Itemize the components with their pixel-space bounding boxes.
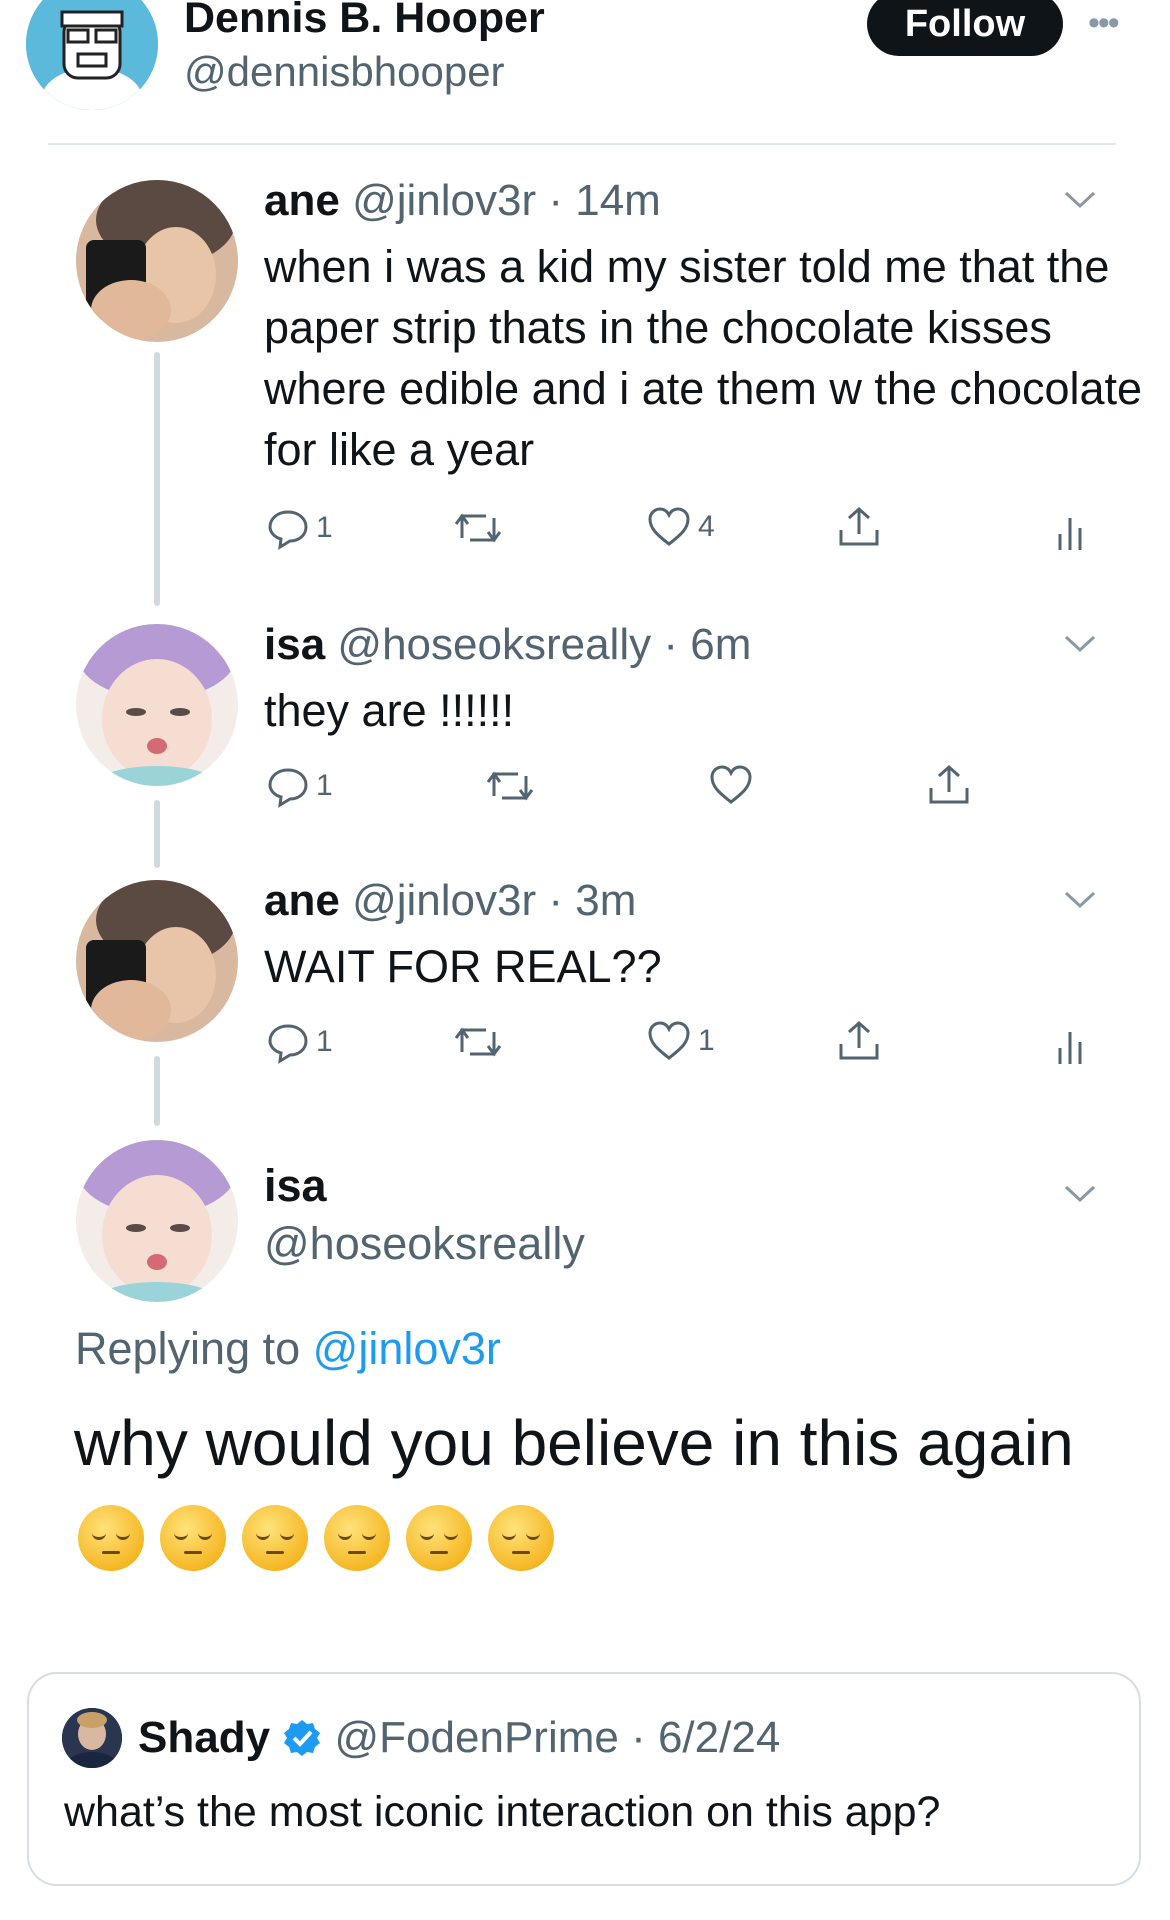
author-name[interactable]: Dennis B. Hooper — [184, 0, 545, 43]
avatar-ane[interactable] — [76, 880, 238, 1042]
pensive-face-emoji-icon — [324, 1505, 390, 1571]
tweet-text: WAIT FOR REAL?? — [264, 941, 662, 992]
tweet-author-name[interactable]: ane — [264, 876, 340, 925]
reply-icon — [268, 768, 308, 808]
avatar-ane[interactable] — [76, 180, 238, 342]
quoted-tweet-text: what’s the most iconic interaction on th… — [64, 1788, 941, 1836]
tweet-author-handle[interactable]: @jinlov3r — [352, 176, 536, 225]
chevron-down-icon[interactable] — [1062, 882, 1098, 921]
replying-to-label: Replying to — [75, 1323, 301, 1374]
share-action[interactable] — [836, 1018, 882, 1064]
heart-icon — [648, 507, 690, 546]
reply-text: why would you believe in this again — [74, 1407, 1074, 1479]
retweet-action[interactable] — [452, 1022, 504, 1062]
pensive-face-emoji-icon — [406, 1505, 472, 1571]
pensive-face-emoji-icon — [488, 1505, 554, 1571]
pensive-face-emoji-icon — [242, 1505, 308, 1571]
avatar-isa[interactable] — [76, 624, 238, 786]
author-avatar[interactable] — [26, 0, 158, 110]
follow-button[interactable]: Follow — [867, 0, 1063, 56]
retweet-icon — [454, 513, 502, 543]
retweet-action[interactable] — [452, 508, 504, 548]
chevron-down-icon[interactable] — [1062, 1176, 1098, 1215]
retweet-icon — [486, 771, 534, 801]
analytics-icon — [1058, 518, 1082, 550]
reply-action[interactable]: 1 — [266, 1020, 333, 1064]
verified-badge-icon — [284, 1720, 321, 1756]
reply-author-handle[interactable]: @hoseoksreally — [264, 1218, 585, 1270]
heart-icon — [710, 765, 752, 804]
share-action[interactable] — [926, 762, 972, 808]
quoted-author-name[interactable]: Shady — [138, 1713, 270, 1762]
tweet-author-name[interactable]: ane — [264, 176, 340, 225]
share-icon — [839, 506, 879, 546]
thread-connector — [154, 352, 160, 606]
tweet-author-handle[interactable]: @jinlov3r — [352, 876, 536, 925]
share-action[interactable] — [836, 504, 882, 550]
share-icon — [839, 1020, 879, 1060]
analytics-action[interactable] — [1056, 1024, 1086, 1068]
like-action[interactable] — [708, 764, 754, 806]
tweet-time[interactable]: · 3m — [548, 876, 636, 925]
quoted-author-handle[interactable]: @FodenPrime — [335, 1713, 619, 1762]
chevron-down-icon[interactable] — [1062, 182, 1098, 221]
reply-count: 1 — [316, 769, 333, 802]
reply-count: 1 — [316, 511, 333, 544]
like-action[interactable]: 4 — [646, 506, 715, 548]
chevron-down-icon[interactable] — [1062, 626, 1098, 665]
reply-count: 1 — [316, 1025, 333, 1058]
reply-action[interactable]: 1 — [266, 506, 333, 550]
tweet-text: they are !!!!!! — [264, 685, 515, 736]
header-divider — [48, 143, 1116, 145]
tweet-header: isa @hoseoksreally · 6m — [264, 620, 751, 670]
author-handle[interactable]: @dennisbhooper — [184, 48, 505, 96]
tweet-time[interactable]: · 6m — [663, 620, 751, 669]
retweet-action[interactable] — [484, 766, 536, 806]
like-action[interactable]: 1 — [646, 1020, 715, 1062]
thread-connector — [154, 800, 160, 868]
replying-to-mention[interactable]: @jinlov3r — [313, 1323, 501, 1374]
tweet-time[interactable]: · 14m — [548, 176, 660, 225]
avatar-isa[interactable] — [76, 1140, 238, 1302]
analytics-action[interactable] — [1056, 510, 1086, 554]
like-count: 4 — [698, 510, 715, 543]
tweet-header: ane @jinlov3r · 14m — [264, 176, 661, 226]
pensive-face-emoji-icon — [78, 1505, 144, 1571]
pensive-face-emoji-icon — [160, 1505, 226, 1571]
emoji-row — [78, 1505, 554, 1571]
like-count: 1 — [698, 1024, 715, 1057]
more-horizontal-icon[interactable]: ••• — [1088, 4, 1120, 43]
retweet-icon — [454, 1027, 502, 1057]
reply-author-name[interactable]: isa — [264, 1160, 327, 1212]
reply-icon — [268, 1024, 308, 1064]
quoted-tweet-card[interactable] — [27, 1672, 1141, 1886]
reply-icon — [268, 510, 308, 550]
share-icon — [929, 764, 969, 804]
thread-connector — [154, 1056, 160, 1126]
heart-icon — [648, 1021, 690, 1060]
quoted-tweet-header: Shady @FodenPrime · 6/2/24 — [138, 1713, 780, 1763]
quoted-author-avatar[interactable] — [62, 1708, 122, 1768]
tweet-header: ane @jinlov3r · 3m — [264, 876, 636, 926]
quoted-tweet-date[interactable]: · 6/2/24 — [631, 1713, 780, 1762]
reply-action[interactable]: 1 — [266, 764, 333, 808]
replying-to: Replying to @jinlov3r — [75, 1323, 501, 1375]
tweet-author-handle[interactable]: @hoseoksreally — [337, 620, 651, 669]
tweet-author-name[interactable]: isa — [264, 620, 325, 669]
tweet-text: when i was a kid my sister told me that … — [264, 241, 1143, 475]
analytics-icon — [1058, 1032, 1082, 1064]
